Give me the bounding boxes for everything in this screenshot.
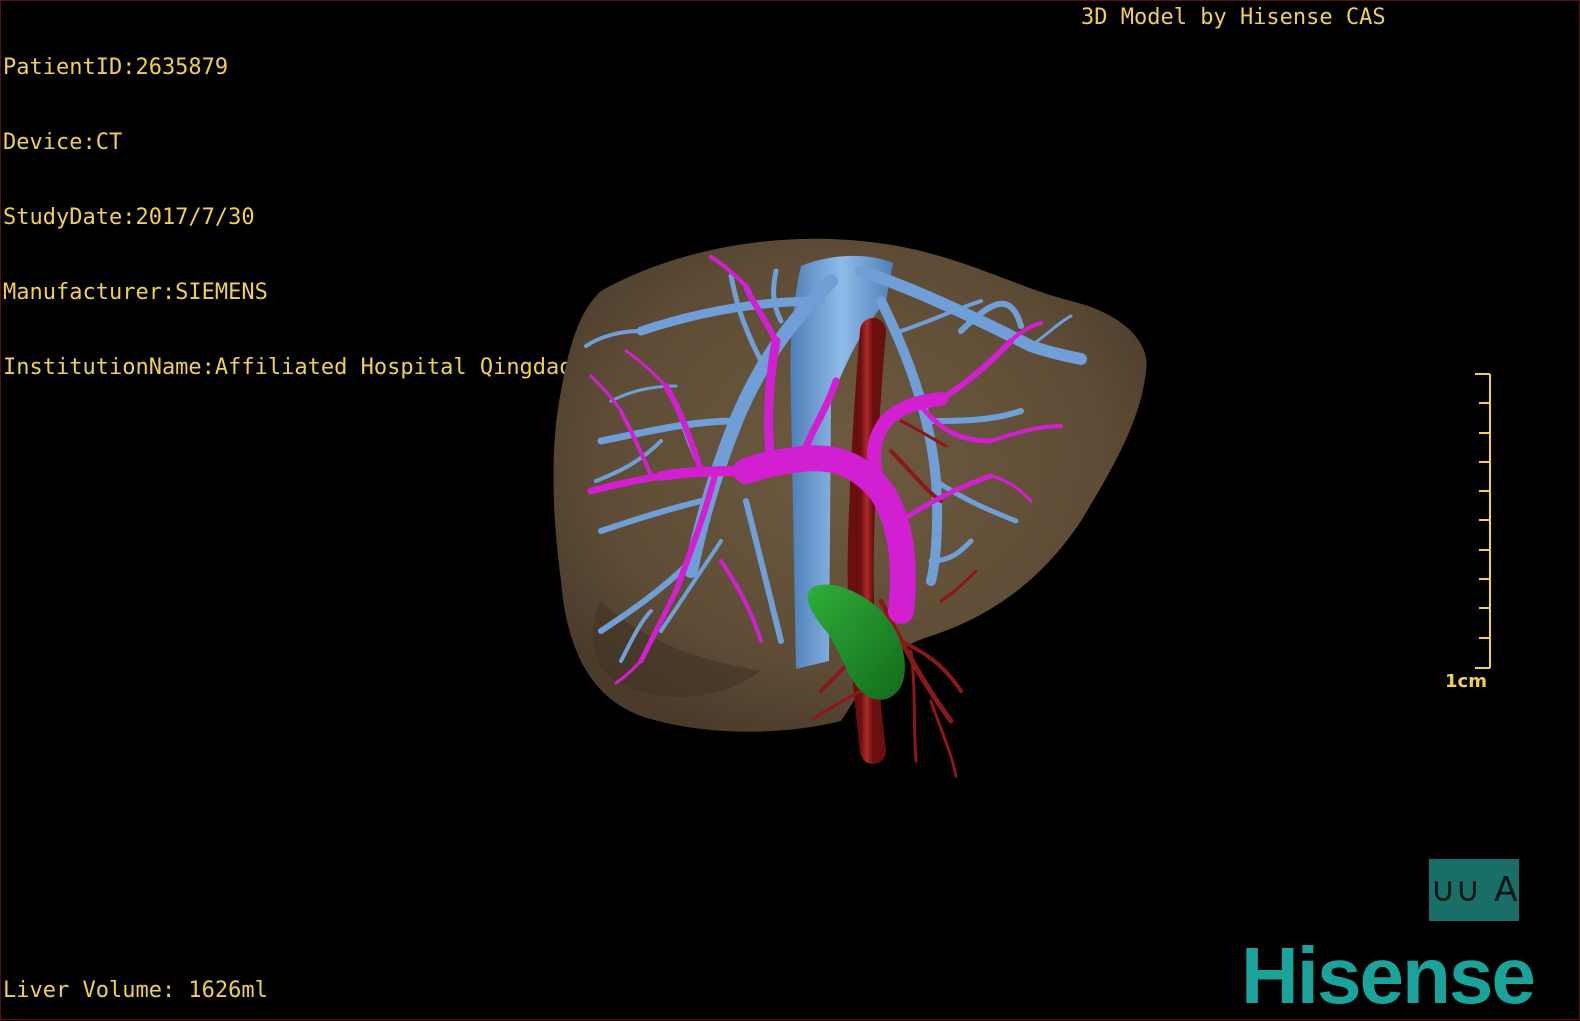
orientation-cube[interactable]: ∪∪ A	[1429, 859, 1519, 921]
liver-3d-model[interactable]	[1, 1, 1580, 1021]
hisense-logo: Hisense	[1241, 931, 1536, 1020]
scale-bar	[1475, 373, 1491, 669]
orientation-left-glyph: ∪∪	[1430, 870, 1481, 910]
viewport[interactable]: PatientID:2635879 Device:CT StudyDate:20…	[0, 0, 1580, 1020]
liver-volume: Liver Volume: 1626ml	[3, 978, 268, 1003]
orientation-anterior-glyph: A	[1494, 870, 1518, 910]
scale-label: 1cm	[1445, 671, 1487, 692]
